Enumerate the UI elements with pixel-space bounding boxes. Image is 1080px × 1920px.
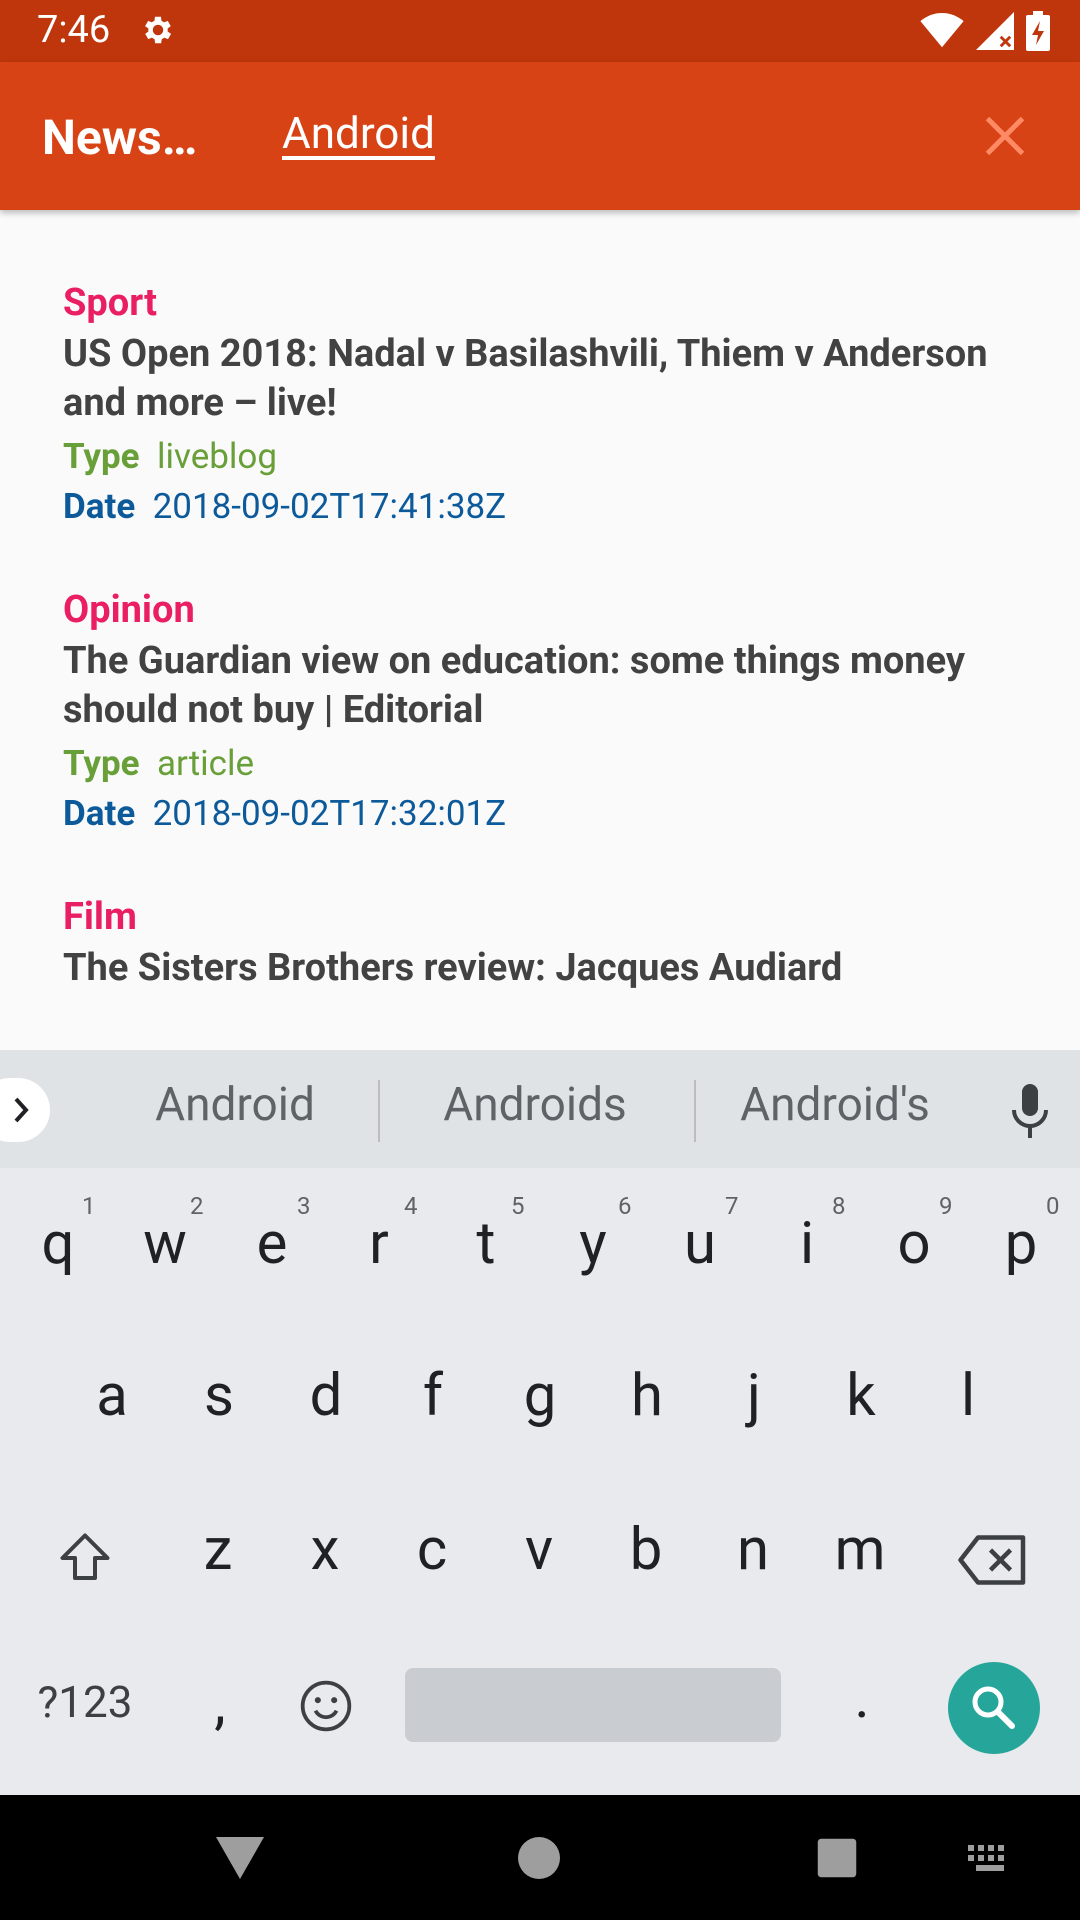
app-title: News… (42, 109, 198, 166)
emoji-icon[interactable] (298, 1678, 354, 1734)
article-date-row: Date 2018-09-02T17:32:01Z (63, 793, 507, 834)
key-j[interactable]: j (714, 1362, 794, 1430)
shift-icon[interactable] (55, 1528, 115, 1588)
wifi-icon (920, 13, 964, 48)
comma-key[interactable]: , (180, 1670, 260, 1738)
expand-suggestions-button[interactable] (0, 1078, 50, 1142)
close-icon[interactable] (975, 106, 1035, 166)
search-icon (972, 1686, 1015, 1729)
article-section: Sport (63, 281, 157, 325)
chevron-right-icon (14, 1097, 29, 1123)
article-item[interactable]: Opinion The Guardian view on education: … (63, 585, 1023, 839)
article-title: US Open 2018: Nadal v Basilashvili, Thie… (63, 332, 988, 425)
home-icon[interactable] (518, 1837, 560, 1879)
article-list: Sport US Open 2018: Nadal v Basilashvili… (0, 210, 1080, 1010)
article-type-row: Type article (63, 743, 255, 784)
key-z[interactable]: z (178, 1516, 258, 1584)
key-w[interactable]: w (125, 1210, 205, 1278)
article-item[interactable]: Sport US Open 2018: Nadal v Basilashvili… (63, 278, 1023, 532)
key-l[interactable]: l (928, 1362, 1008, 1430)
settings-icon (145, 16, 172, 44)
key-r[interactable]: r (339, 1210, 419, 1278)
battery-icon (1026, 11, 1050, 51)
suggestion-divider (694, 1080, 696, 1142)
backspace-icon[interactable] (958, 1534, 1028, 1586)
suggestion-1[interactable]: Android (140, 1078, 330, 1132)
key-q[interactable]: q (18, 1210, 98, 1278)
article-type: article (156, 743, 255, 784)
search-key[interactable] (948, 1662, 1040, 1754)
key-u[interactable]: u (660, 1210, 740, 1278)
status-time: 7:46 (37, 8, 111, 52)
article-title: The Guardian view on education: some thi… (63, 639, 966, 732)
soft-keyboard: Android Androids Android's 1 2 3 4 5 6 7… (0, 1050, 1080, 1795)
key-k[interactable]: k (821, 1362, 901, 1430)
microphone-icon[interactable] (1005, 1082, 1055, 1142)
article-section: Opinion (63, 588, 195, 632)
key-v[interactable]: v (499, 1516, 579, 1584)
recents-icon[interactable] (816, 1837, 858, 1879)
suggestion-3[interactable]: Android's (725, 1078, 945, 1132)
key-c[interactable]: c (392, 1516, 472, 1584)
article-date: 2018-09-02T17:41:38Z (152, 486, 507, 527)
key-n[interactable]: n (713, 1516, 793, 1584)
key-p[interactable]: p (981, 1210, 1061, 1278)
back-icon[interactable] (216, 1837, 264, 1879)
search-input[interactable]: Android (282, 107, 435, 159)
period-key[interactable]: . (822, 1664, 902, 1732)
app-bar: News… Android (0, 62, 1080, 210)
key-d[interactable]: d (286, 1362, 366, 1430)
key-f[interactable]: f (393, 1362, 473, 1430)
suggestion-bar: Android Androids Android's (0, 1050, 1080, 1168)
article-item[interactable]: Film The Sisters Brothers review: Jacque… (63, 892, 1023, 993)
symbols-key[interactable]: ?123 (20, 1676, 150, 1728)
status-icons (920, 10, 1050, 52)
key-e[interactable]: e (232, 1210, 312, 1278)
key-o[interactable]: o (874, 1210, 954, 1278)
article-date: 2018-09-02T17:32:01Z (152, 793, 507, 834)
status-bar: 7:46 (0, 0, 1080, 62)
article-date-row: Date 2018-09-02T17:41:38Z (63, 486, 507, 527)
space-bar[interactable] (405, 1668, 781, 1742)
navigation-bar (0, 1795, 1080, 1920)
article-type: liveblog (156, 436, 278, 477)
key-b[interactable]: b (606, 1516, 686, 1584)
signal-icon (976, 12, 1014, 50)
key-h[interactable]: h (607, 1362, 687, 1430)
key-i[interactable]: i (767, 1210, 847, 1278)
key-t[interactable]: t (446, 1210, 526, 1278)
suggestion-divider (378, 1080, 380, 1142)
suggestion-2[interactable]: Androids (425, 1078, 645, 1132)
key-g[interactable]: g (500, 1362, 580, 1430)
keyboard-icon[interactable] (968, 1845, 1012, 1873)
key-x[interactable]: x (285, 1516, 365, 1584)
key-y[interactable]: y (553, 1210, 633, 1278)
article-type-row: Type liveblog (63, 436, 278, 477)
article-section: Film (63, 895, 137, 939)
key-a[interactable]: a (72, 1362, 152, 1430)
key-s[interactable]: s (179, 1362, 259, 1430)
article-title: The Sisters Brothers review: Jacques Aud… (63, 946, 843, 990)
key-m[interactable]: m (820, 1516, 900, 1584)
